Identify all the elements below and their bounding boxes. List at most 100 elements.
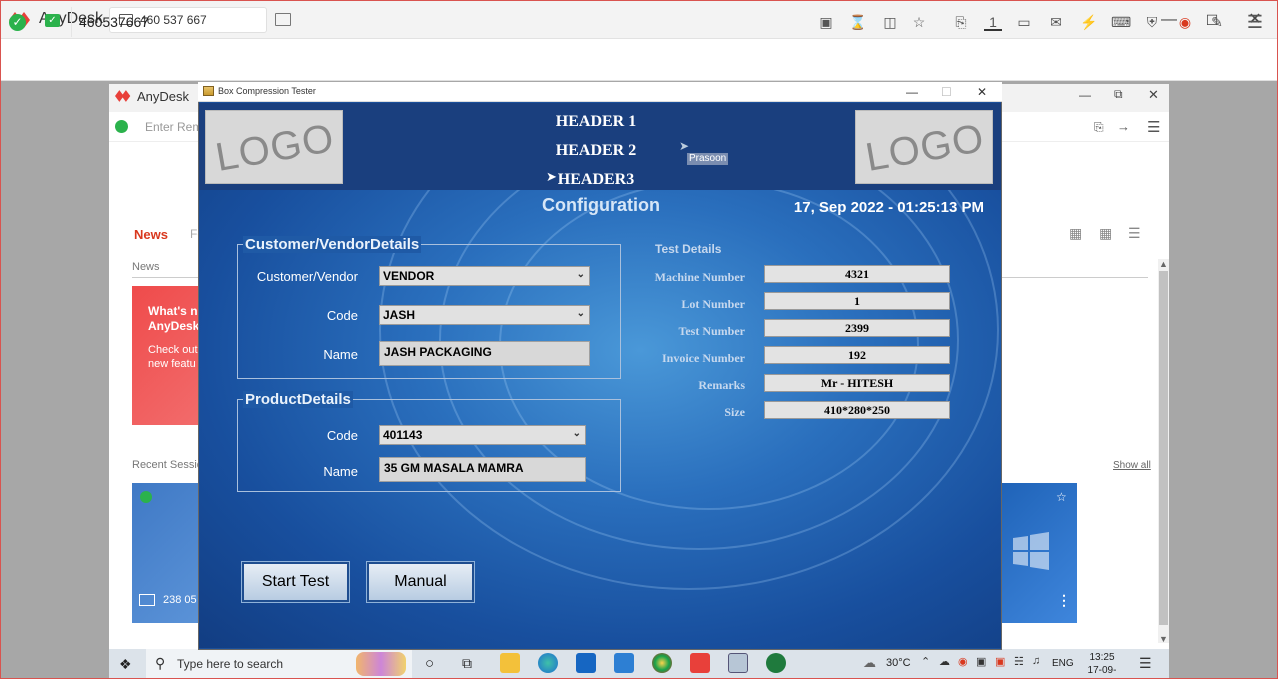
bct-close-button[interactable]: ✕: [977, 85, 987, 99]
windows-logo-icon: [1013, 532, 1049, 570]
notifications-icon[interactable]: ☰: [1139, 655, 1152, 672]
product-name-field[interactable]: 35 GM MASALA MAMRA: [379, 457, 586, 482]
edge-icon[interactable]: [538, 653, 558, 673]
remote-anydesk-brand: AnyDesk: [137, 89, 190, 104]
shield-icon[interactable]: ⛨: [1143, 13, 1161, 31]
customer-vendor-select[interactable]: VENDOR ⌄: [379, 266, 590, 286]
divider: [71, 7, 72, 37]
star-icon[interactable]: ☆: [910, 13, 928, 31]
product-code-label: Code: [326, 428, 358, 443]
display-one-icon[interactable]: 1: [984, 13, 1002, 31]
taskbar-date: 17-09-2022: [1087, 665, 1117, 676]
search-highlight-icon[interactable]: [356, 652, 406, 676]
invoice-number-label: Invoice Number: [662, 351, 745, 365]
tile-view-icon[interactable]: ▦: [1099, 225, 1112, 242]
invoice-number-field[interactable]: 192: [764, 346, 950, 364]
show-all-link[interactable]: Show all: [1113, 460, 1151, 471]
green-app-icon[interactable]: [766, 653, 786, 673]
customer-vendor-label: Customer/Vendor: [256, 269, 358, 284]
outlook-icon[interactable]: [576, 653, 596, 673]
remarks-field[interactable]: Mr - HITESH: [764, 374, 950, 392]
lightning-icon[interactable]: ⚡: [1080, 13, 1098, 31]
file-explorer-icon[interactable]: [500, 653, 520, 673]
product-code-select[interactable]: 401143 ⌄: [379, 425, 586, 445]
remote-ok-icon: [115, 120, 128, 133]
grid-view-icon[interactable]: ▦: [1069, 225, 1082, 242]
scrollbar-thumb[interactable]: [1159, 271, 1168, 625]
remote-minimize-button[interactable]: —: [1079, 88, 1091, 102]
remote-menu-icon[interactable]: ☰: [1147, 118, 1160, 136]
remote-anydesk-logo-icon: [115, 90, 131, 102]
keyboard-icon[interactable]: ⌨: [1111, 13, 1131, 31]
taskbar-clock[interactable]: 13:25 17-09-2022: [1078, 651, 1126, 678]
taskbar-search-placeholder[interactable]: Type here to search: [177, 657, 283, 671]
tab-news[interactable]: News: [134, 227, 168, 242]
record-icon[interactable]: ◉: [1176, 13, 1194, 31]
mail-icon[interactable]: [614, 653, 634, 673]
start-test-button[interactable]: Start Test: [242, 562, 349, 602]
customer-code-select[interactable]: JASH ⌄: [379, 305, 590, 325]
taskbar-temperature[interactable]: 30°C: [886, 657, 911, 669]
remote-cursor-icon: ➤: [679, 139, 690, 153]
remote-maximize-button[interactable]: ⧉: [1114, 87, 1123, 102]
app-taskbar-icon[interactable]: [728, 653, 748, 673]
product-code-value: 401143: [383, 428, 423, 442]
bct-maximize-button[interactable]: ☐: [941, 85, 952, 99]
taskbar-time: 13:25: [1089, 652, 1115, 663]
anydesk-toolbar: [1, 39, 1277, 81]
hourglass-icon[interactable]: ⌛: [849, 13, 867, 31]
weather-icon[interactable]: ☁: [863, 655, 876, 671]
file-transfer-icon[interactable]: ⎘: [952, 13, 970, 31]
current-datetime: 17, Sep 2022 - 01:25:13 PM: [793, 199, 984, 216]
chat-icon[interactable]: ✉: [1047, 13, 1065, 31]
monitor-icon: [139, 594, 155, 606]
bct-titlebar: [198, 82, 1002, 102]
more-options-icon[interactable]: ⋮: [1057, 592, 1071, 609]
customer-vendor-group-title: Customer/VendorDetails: [243, 236, 422, 253]
anydesk-taskbar-icon[interactable]: [690, 653, 710, 673]
taskbar-language[interactable]: ENG: [1052, 658, 1074, 669]
news-card-title: What's n: [148, 304, 198, 318]
scroll-up-icon[interactable]: ▲: [1159, 259, 1168, 269]
verified-icon: ✓: [45, 14, 60, 27]
machine-number-label: Machine Number: [654, 270, 745, 284]
manual-button[interactable]: Manual: [367, 562, 474, 602]
tray-chevron-icon[interactable]: ⌃: [921, 655, 930, 668]
remote-arrow-icon[interactable]: →: [1117, 119, 1130, 134]
chat-disabled-icon[interactable]: ▣: [817, 13, 835, 31]
cortana-icon[interactable]: ○: [425, 655, 434, 672]
customer-name-field[interactable]: JASH PACKAGING: [379, 341, 590, 366]
customer-code-value: JASH: [383, 308, 416, 322]
volume-icon[interactable]: ♫: [1032, 655, 1040, 667]
remote-close-button[interactable]: ✕: [1148, 87, 1159, 103]
whiteboard-pen-icon[interactable]: ✎: [1208, 13, 1226, 31]
database-icon[interactable]: ◫: [881, 13, 899, 31]
favorite-star-icon[interactable]: ☆: [1056, 490, 1067, 504]
remote-file-icon[interactable]: ⎘: [1094, 120, 1104, 135]
logo-right: LOGO: [855, 110, 993, 184]
display-icon[interactable]: ▭: [1015, 13, 1033, 31]
new-session-icon[interactable]: [275, 13, 291, 26]
remote-address[interactable]: 460537667: [79, 14, 149, 30]
tray-icon[interactable]: ☁: [939, 655, 950, 668]
lot-number-field[interactable]: 1: [764, 292, 950, 310]
tray-icon[interactable]: ◉: [958, 655, 968, 668]
chevron-down-icon: ⌄: [576, 308, 585, 319]
bct-minimize-button[interactable]: —: [906, 85, 918, 99]
chrome-icon[interactable]: [652, 653, 672, 673]
hamburger-menu-icon[interactable]: ☰: [1246, 13, 1264, 31]
scroll-down-icon[interactable]: ▼: [1159, 634, 1168, 644]
customer-vendor-value: VENDOR: [383, 269, 435, 283]
tray-icon[interactable]: ▣: [995, 655, 1005, 668]
customer-name-label: Name: [323, 347, 358, 362]
task-view-icon[interactable]: ⧉: [462, 655, 472, 672]
size-field[interactable]: 410*280*250: [764, 401, 950, 419]
test-details-title: Test Details: [655, 242, 722, 256]
list-view-icon[interactable]: ☰: [1128, 225, 1141, 242]
windows-start-icon[interactable]: ❖: [119, 656, 132, 673]
machine-number-field[interactable]: 4321: [764, 265, 950, 283]
test-number-field[interactable]: 2399: [764, 319, 950, 337]
tray-icon[interactable]: ▣: [976, 655, 986, 668]
remote-address-input[interactable]: Enter Rem: [145, 120, 202, 134]
network-icon[interactable]: ☵: [1014, 655, 1024, 668]
